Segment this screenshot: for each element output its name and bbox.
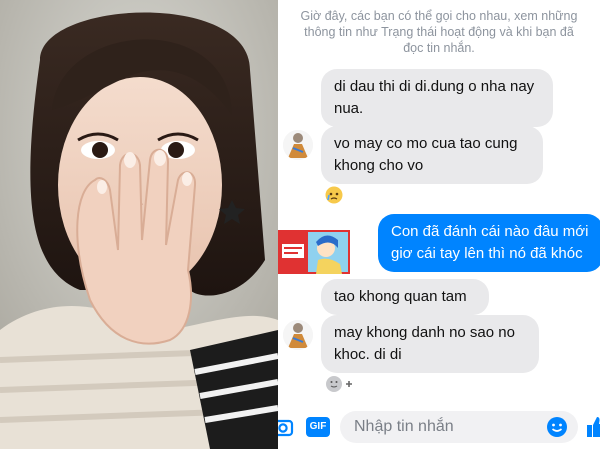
add-reaction-icon[interactable] [325,375,355,393]
contact-avatar[interactable] [283,320,313,350]
message-bubble-incoming[interactable]: di dau thi di di.dung o nha nay nua. [321,69,553,127]
message-input[interactable]: Nhập tin nhắn [340,411,578,443]
camera-icon[interactable] [278,415,296,439]
message-bubble-incoming[interactable]: vo may co mo cua tao cung khong cho vo [321,126,543,184]
avatar-icon [283,320,313,350]
message-bubble-outgoing[interactable]: Con đã đánh cái nào đâu mới giơ cái tay … [378,214,600,272]
message-composer: GIF Nhập tin nhắn [278,406,600,449]
emoji-icon[interactable] [546,416,568,438]
crying-emoji-icon [325,186,343,204]
woman-photo [0,0,278,449]
message-bubble-incoming[interactable]: tao khong quan tam [321,279,489,315]
contact-avatar[interactable] [283,130,313,160]
message-bubble-incoming[interactable]: may khong danh no sao no khoc. di di [321,315,539,373]
comic-sticker-image[interactable] [278,230,350,274]
messenger-chat: Giờ đây, các bạn có thể gọi cho nhau, xe… [278,0,600,449]
gif-button[interactable]: GIF [306,417,330,437]
message-input-placeholder: Nhập tin nhắn [354,418,454,435]
system-notice: Giờ đây, các bạn có thể gọi cho nhau, xe… [300,9,578,55]
avatar-icon [283,130,313,160]
like-icon[interactable] [584,414,600,440]
